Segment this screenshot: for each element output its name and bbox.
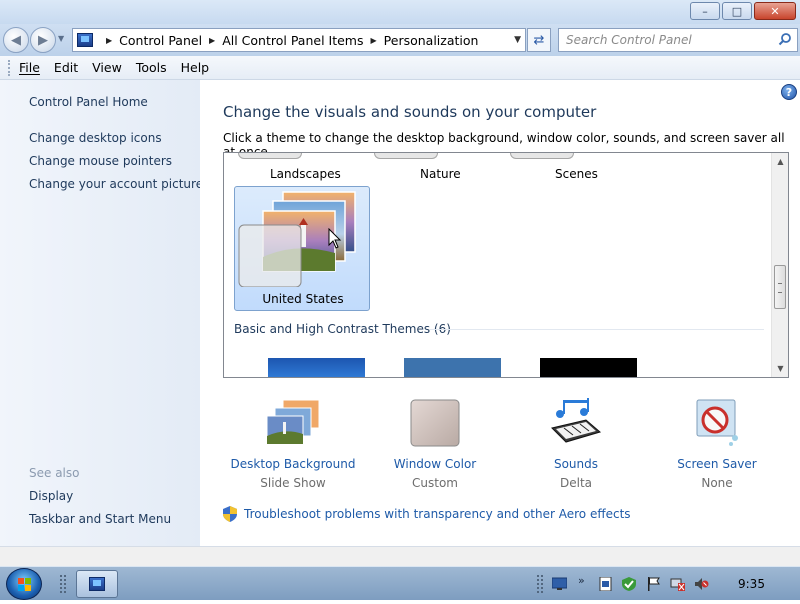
window-color-setting[interactable]: Window Color Custom	[365, 398, 505, 490]
taskbar: » 9:35	[0, 566, 800, 600]
breadcrumb-personalization[interactable]: Personalization	[384, 33, 479, 48]
scroll-thumb[interactable]	[774, 265, 786, 309]
change-mouse-pointers-link[interactable]: Change mouse pointers	[29, 154, 172, 168]
display-link[interactable]: Display	[29, 489, 73, 503]
search-input[interactable]	[566, 33, 766, 47]
taskbar-clock[interactable]: 9:35	[738, 577, 765, 591]
search-icon[interactable]	[778, 32, 792, 46]
theme-united-states-label: United States	[262, 292, 344, 306]
menu-edit[interactable]: Edit	[54, 60, 78, 75]
breadcrumb-all-items[interactable]: All Control Panel Items	[222, 33, 363, 48]
window-color-link[interactable]: Window Color	[365, 457, 505, 471]
menu-tools[interactable]: Tools	[136, 60, 167, 75]
scroll-down-icon[interactable]: ▼	[772, 360, 788, 377]
menu-bar: File Edit View Tools Help	[0, 56, 800, 80]
scenes-thumbnail[interactable]	[510, 153, 574, 159]
page-title: Change the visuals and sounds on your co…	[223, 103, 597, 121]
breadcrumb-separator-icon[interactable]: ▶	[209, 36, 215, 45]
security-shield-icon[interactable]	[622, 577, 637, 591]
screen-saver-setting[interactable]: Screen Saver None	[647, 398, 787, 490]
refresh-button[interactable]: ⇄	[527, 28, 551, 52]
desktop-background-icon	[266, 399, 320, 445]
basic-themes-header: Basic and High Contrast Themes (6)	[234, 322, 451, 336]
menu-grip	[8, 59, 11, 76]
scroll-up-icon[interactable]: ▲	[772, 153, 788, 170]
menu-file[interactable]: File	[19, 60, 40, 75]
back-button[interactable]: ◀	[3, 27, 29, 53]
window-color-icon	[410, 399, 460, 447]
sounds-value: Delta	[559, 476, 592, 490]
troubleshoot-link-row[interactable]: Troubleshoot problems with transparency …	[223, 506, 631, 522]
recent-pages-dropdown[interactable]: ▼	[58, 34, 64, 43]
change-account-picture-link[interactable]: Change your account picture	[29, 177, 203, 191]
sounds-icon	[551, 398, 602, 443]
mouse-cursor-icon	[328, 228, 342, 249]
theme-nature[interactable]: Nature	[420, 167, 461, 181]
volume-muted-icon[interactable]	[694, 577, 709, 591]
control-panel-home-link[interactable]: Control Panel Home	[29, 95, 148, 109]
refresh-icon: ⇄	[533, 32, 545, 48]
menu-help[interactable]: Help	[181, 60, 210, 75]
theme-scenes[interactable]: Scenes	[555, 167, 598, 181]
screen-saver-icon	[696, 399, 738, 446]
address-dropdown-icon[interactable]: ▼	[514, 35, 521, 45]
theme-list: Landscapes Nature Scenes United States B…	[223, 152, 789, 378]
desktop-background-link[interactable]: Desktop Background	[223, 457, 363, 471]
group-divider	[429, 329, 764, 330]
navigation-bar: ◀ ▶ ▼ ▶ Control Panel ▶ All Control Pane…	[0, 24, 800, 56]
theme-landscapes[interactable]: Landscapes	[270, 167, 341, 181]
basic-theme-thumbnail[interactable]	[268, 358, 365, 377]
windows-logo-icon	[18, 578, 31, 591]
desktop-background-value: Slide Show	[260, 476, 326, 490]
breadcrumb-separator-icon[interactable]: ▶	[106, 36, 112, 45]
desktop-icon[interactable]	[552, 577, 567, 591]
window-color-value: Custom	[412, 476, 458, 490]
start-button[interactable]	[6, 568, 42, 600]
taskbar-grip	[537, 575, 543, 593]
help-icon[interactable]: ?	[781, 84, 797, 100]
nature-thumbnail[interactable]	[374, 153, 438, 159]
united-states-theme-icon	[238, 191, 356, 287]
theme-list-scrollbar[interactable]: ▲ ▼	[771, 153, 788, 377]
forward-arrow-icon: ▶	[38, 32, 48, 48]
action-center-flag-icon[interactable]	[646, 577, 661, 591]
menu-view[interactable]: View	[92, 60, 122, 75]
maximize-button[interactable]: □	[722, 2, 752, 20]
task-pane: Control Panel Home Change desktop icons …	[0, 80, 203, 546]
forward-button[interactable]: ▶	[30, 27, 56, 53]
troubleshoot-link[interactable]: Troubleshoot problems with transparency …	[244, 507, 631, 521]
screen-saver-value: None	[701, 476, 733, 490]
see-also-heading: See also	[29, 466, 80, 480]
taskbar-grip	[60, 575, 66, 593]
close-button[interactable]: ✕	[754, 2, 796, 20]
minimize-button[interactable]: –	[690, 2, 720, 20]
status-bar	[0, 546, 800, 566]
change-desktop-icons-link[interactable]: Change desktop icons	[29, 131, 162, 145]
shield-icon	[223, 506, 237, 522]
main-content: ? Change the visuals and sounds on your …	[200, 80, 800, 546]
sounds-setting[interactable]: Sounds Delta	[506, 398, 646, 490]
window-controls: – □ ✕	[690, 2, 796, 20]
landscapes-thumbnail[interactable]	[238, 153, 302, 159]
network-disconnected-icon[interactable]	[670, 577, 685, 591]
search-box[interactable]	[558, 28, 798, 52]
screen-saver-link[interactable]: Screen Saver	[647, 457, 787, 471]
back-arrow-icon: ◀	[11, 32, 21, 48]
breadcrumb-control-panel[interactable]: Control Panel	[119, 33, 202, 48]
desktop-background-setting[interactable]: Desktop Background Slide Show	[223, 398, 363, 490]
taskbar-start-menu-link[interactable]: Taskbar and Start Menu	[29, 512, 171, 526]
control-panel-icon	[89, 577, 105, 591]
breadcrumb-separator-icon[interactable]: ▶	[371, 36, 377, 45]
title-bar: – □ ✕	[0, 0, 800, 24]
theme-united-states[interactable]: United States	[234, 186, 370, 311]
taskbar-control-panel-button[interactable]	[76, 570, 118, 598]
address-bar[interactable]: ▶ Control Panel ▶ All Control Panel Item…	[72, 28, 526, 52]
show-hidden-icons-icon[interactable]: »	[578, 574, 585, 587]
control-panel-icon	[77, 33, 93, 47]
sounds-link[interactable]: Sounds	[506, 457, 646, 471]
basic-theme-thumbnail[interactable]	[404, 358, 501, 377]
basic-theme-thumbnail[interactable]	[540, 358, 637, 377]
document-icon[interactable]	[598, 577, 613, 591]
